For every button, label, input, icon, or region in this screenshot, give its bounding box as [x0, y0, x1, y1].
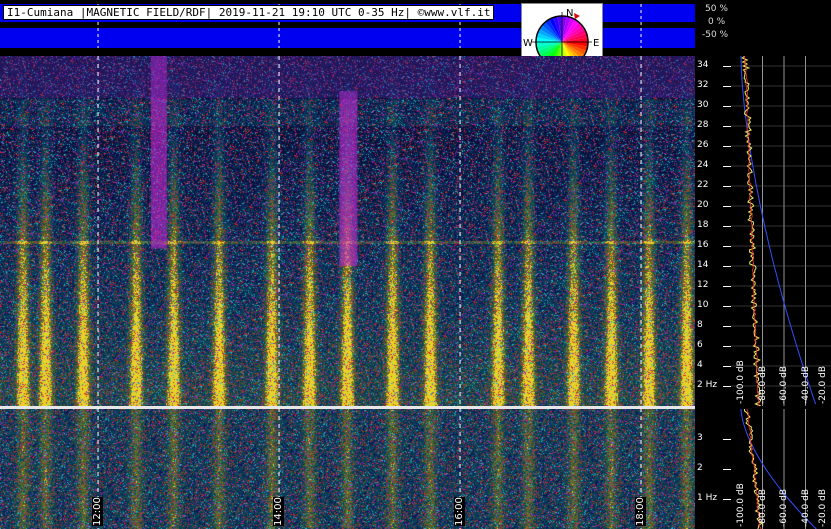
time-tick-label: 12:00: [92, 497, 104, 526]
db-tick-label: -60.0 dB: [779, 365, 789, 404]
freq-tick: [723, 226, 731, 227]
freq-tick: [723, 386, 731, 387]
freq-tick-label: 10: [697, 300, 709, 310]
db-tick-label: -80.0 dB: [757, 365, 768, 404]
percent-axis: 50 % 0 % -50 %: [695, 0, 831, 52]
freq-tick-label: 1 Hz: [697, 493, 718, 503]
time-tick-label: 16:00: [454, 497, 466, 526]
db-tick-label: -40.0 dB: [800, 365, 811, 404]
freq-tick: [723, 206, 731, 207]
freq-tick: [723, 286, 731, 287]
freq-tick-label: 3: [697, 433, 703, 443]
freq-tick: [723, 366, 731, 367]
freq-tick-label: 20: [697, 200, 709, 210]
freq-tick: [723, 306, 731, 307]
time-tick-label: 18:00: [635, 497, 647, 526]
db-tick-label: -80.0 dB: [757, 488, 768, 527]
freq-tick-label: 28: [697, 120, 709, 130]
freq-tick: [723, 469, 731, 470]
time-tick-label: 14:00: [273, 497, 285, 526]
chart-title: I1-Cumiana |MAGNETIC FIELD/RDF| 2019-11-…: [3, 5, 495, 20]
percent-tick: -50 %: [702, 30, 729, 40]
freq-tick: [723, 126, 731, 127]
freq-tick-label: 12: [697, 280, 709, 290]
freq-tick-label: 18: [697, 220, 709, 230]
percent-tick: 0 %: [708, 17, 726, 27]
freq-tick-label: 22: [697, 180, 709, 190]
profile-red-line: [744, 56, 760, 406]
freq-tick: [723, 246, 731, 247]
compass-east: E: [593, 38, 599, 49]
freq-tick-label: 16: [697, 240, 709, 250]
freq-tick-label: 4: [697, 360, 703, 370]
frequency-axis-low: 1 Hz 2 3: [695, 409, 731, 529]
freq-tick-label: 2: [697, 463, 703, 473]
freq-tick-label: 30: [697, 100, 709, 110]
freq-tick-label: 6: [697, 340, 703, 350]
freq-tick: [723, 66, 731, 67]
freq-tick: [723, 106, 731, 107]
freq-tick-label: 32: [697, 80, 709, 90]
freq-tick: [723, 326, 731, 327]
freq-tick-label: 34: [697, 60, 709, 70]
db-tick-label: -20.0 dB: [818, 365, 828, 404]
freq-tick: [723, 346, 731, 347]
freq-tick-label: 8: [697, 320, 703, 330]
freq-tick: [723, 166, 731, 167]
freq-tick: [723, 86, 731, 87]
db-tick-label: -100.0 dB: [736, 483, 746, 527]
freq-tick-label: 14: [697, 260, 709, 270]
freq-tick: [723, 439, 731, 440]
freq-tick: [723, 499, 731, 500]
db-tick-label: -60.0 dB: [779, 488, 789, 527]
compass-west: W: [523, 38, 533, 49]
freq-tick-label: 2 Hz: [697, 380, 718, 390]
freq-tick: [723, 186, 731, 187]
db-tick-label: -40.0 dB: [800, 488, 811, 527]
percent-tick: 50 %: [705, 4, 728, 14]
freq-tick-label: 24: [697, 160, 709, 170]
freq-tick: [723, 266, 731, 267]
frequency-axis-main: 2 Hz 4 6 8 10 12 14 16 18 20 22 24 26 28 30 32 34: [695, 56, 731, 406]
freq-tick-label: 26: [697, 140, 709, 150]
time-grid: [97, 56, 642, 529]
db-tick-label: -20.0 dB: [818, 488, 828, 527]
compass-north: N: [566, 8, 573, 19]
freq-tick: [723, 146, 731, 147]
db-tick-label: -100.0 dB: [736, 360, 746, 404]
spectrum-profile-main: [731, 56, 831, 406]
